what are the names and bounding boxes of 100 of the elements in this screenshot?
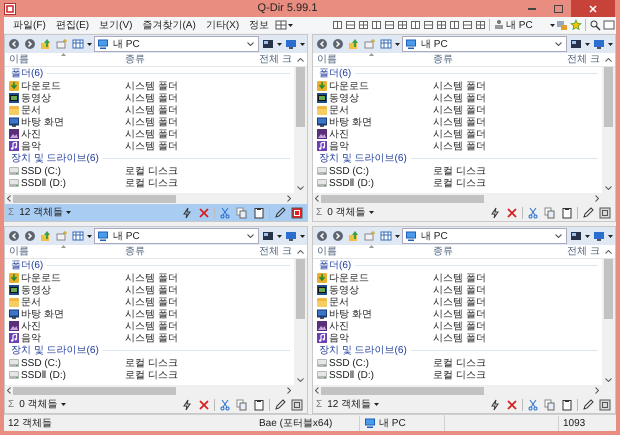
close-button[interactable] xyxy=(571,0,615,17)
pen-icon[interactable] xyxy=(273,396,287,412)
scroll-up-icon[interactable] xyxy=(297,58,304,62)
column-header[interactable]: 이름 xyxy=(5,244,123,259)
menu-item[interactable]: 즐겨찾기(A) xyxy=(137,18,201,32)
address-field[interactable]: 내 PC xyxy=(402,36,567,52)
caret-icon[interactable] xyxy=(288,24,294,26)
file-name[interactable]: SSD (C:) xyxy=(21,164,61,178)
column-header[interactable]: 전체 크 xyxy=(259,244,294,259)
column-header[interactable]: 전체 크 xyxy=(567,244,602,259)
file-name[interactable]: 음악 xyxy=(329,138,349,154)
file-name[interactable]: 바탕 화면 xyxy=(21,114,64,130)
menu-item[interactable]: 기타(X) xyxy=(200,18,244,32)
column-header[interactable]: 전체 크 xyxy=(259,52,294,67)
file-name[interactable]: 동영상 xyxy=(21,90,51,106)
menu-item[interactable]: 정보 xyxy=(244,18,274,32)
column-header[interactable]: 이름 xyxy=(5,52,123,67)
back-icon[interactable] xyxy=(315,228,329,244)
scroll-down-icon[interactable] xyxy=(605,378,612,382)
object-count[interactable]: 0 객체들 xyxy=(327,205,366,220)
forward-icon[interactable] xyxy=(23,228,37,244)
location-text[interactable]: 내 PC xyxy=(506,18,550,32)
caret-icon[interactable] xyxy=(550,24,555,26)
scroll-right-icon[interactable] xyxy=(287,195,291,202)
pane-indicator-icon[interactable] xyxy=(290,204,304,220)
file-name[interactable]: 동영상 xyxy=(21,282,51,298)
file-name[interactable]: SSDⅡ (D:) xyxy=(21,368,66,382)
pen-icon[interactable] xyxy=(581,396,595,412)
scroll-left-icon[interactable] xyxy=(315,195,319,202)
caret-icon[interactable] xyxy=(60,403,66,406)
file-name[interactable]: 바탕 화면 xyxy=(21,306,64,322)
menu-item[interactable]: 보기(V) xyxy=(94,18,138,32)
file-name[interactable]: 문서 xyxy=(329,102,349,118)
column-header[interactable]: 종류 xyxy=(123,244,260,259)
pen-icon[interactable] xyxy=(581,204,595,220)
scroll-down-icon[interactable] xyxy=(605,186,612,190)
file-name[interactable]: SSD (C:) xyxy=(329,164,369,178)
chevron-down-icon[interactable] xyxy=(555,234,562,238)
caret-icon[interactable] xyxy=(87,234,92,238)
file-name[interactable]: 음악 xyxy=(21,330,41,346)
column-header[interactable]: 전체 크 xyxy=(567,52,602,67)
column-header[interactable]: 종류 xyxy=(123,52,260,67)
vertical-scrollbar[interactable] xyxy=(294,259,307,385)
caret-icon[interactable] xyxy=(368,211,374,214)
file-name[interactable]: SSDⅡ (D:) xyxy=(329,368,374,382)
caret-icon[interactable] xyxy=(300,234,305,238)
file-name[interactable]: SSD (C:) xyxy=(21,356,61,370)
group-header[interactable]: 폴더(6) xyxy=(319,259,352,273)
object-count[interactable]: 12 객체들 xyxy=(327,397,372,412)
address-field[interactable]: 내 PC xyxy=(94,36,259,52)
file-name[interactable]: 문서 xyxy=(329,294,349,310)
scroll-left-icon[interactable] xyxy=(7,387,11,394)
file-name[interactable]: 사진 xyxy=(21,318,41,334)
column-header[interactable]: 이름 xyxy=(313,52,431,67)
file-name[interactable]: 사진 xyxy=(329,318,349,334)
file-name[interactable]: 동영상 xyxy=(329,90,359,106)
back-icon[interactable] xyxy=(7,36,21,52)
scroll-down-icon[interactable] xyxy=(297,186,304,190)
caret-icon[interactable] xyxy=(374,403,380,406)
vertical-scrollbar[interactable] xyxy=(602,259,615,385)
copy-icon[interactable] xyxy=(543,204,557,220)
copy-icon[interactable] xyxy=(235,204,249,220)
caret-icon[interactable] xyxy=(585,42,590,46)
vertical-scrollbar[interactable] xyxy=(294,67,307,193)
scroll-down-icon[interactable] xyxy=(297,378,304,382)
column-header[interactable]: 종류 xyxy=(431,244,568,259)
scroll-right-icon[interactable] xyxy=(287,387,291,394)
file-name[interactable]: 문서 xyxy=(21,102,41,118)
chevron-down-icon[interactable] xyxy=(555,42,562,46)
caret-icon[interactable] xyxy=(395,42,400,46)
caret-icon[interactable] xyxy=(66,211,72,214)
file-name[interactable]: 다운로드 xyxy=(21,78,61,94)
scroll-left-icon[interactable] xyxy=(315,387,319,394)
caret-icon[interactable] xyxy=(608,42,613,46)
back-icon[interactable] xyxy=(7,228,21,244)
column-header[interactable]: 이름 xyxy=(313,244,431,259)
copy-icon[interactable] xyxy=(235,396,249,412)
group-header[interactable]: 장치 및 드라이브(6) xyxy=(11,151,99,166)
scroll-up-icon[interactable] xyxy=(605,250,612,254)
pen-icon[interactable] xyxy=(273,204,287,220)
forward-icon[interactable] xyxy=(23,36,37,52)
file-name[interactable]: 바탕 화면 xyxy=(329,114,372,130)
forward-icon[interactable] xyxy=(331,228,345,244)
back-icon[interactable] xyxy=(315,36,329,52)
file-name[interactable]: 바탕 화면 xyxy=(329,306,372,322)
vertical-scrollbar[interactable] xyxy=(602,67,615,193)
address-field[interactable]: 내 PC xyxy=(402,228,567,244)
group-header[interactable]: 폴더(6) xyxy=(319,67,352,81)
star-icon[interactable] xyxy=(569,17,583,33)
chevron-down-icon[interactable] xyxy=(247,42,254,46)
file-name[interactable]: 음악 xyxy=(21,138,41,154)
group-header[interactable]: 폴더(6) xyxy=(11,259,44,273)
scroll-left-icon[interactable] xyxy=(7,195,11,202)
chevron-down-icon[interactable] xyxy=(247,234,254,238)
address-field[interactable]: 내 PC xyxy=(94,228,259,244)
object-count[interactable]: 0 객체들 xyxy=(19,397,58,412)
scroll-up-icon[interactable] xyxy=(297,250,304,254)
caret-icon[interactable] xyxy=(87,42,92,46)
scroll-right-icon[interactable] xyxy=(595,195,599,202)
group-header[interactable]: 폴더(6) xyxy=(11,67,44,81)
